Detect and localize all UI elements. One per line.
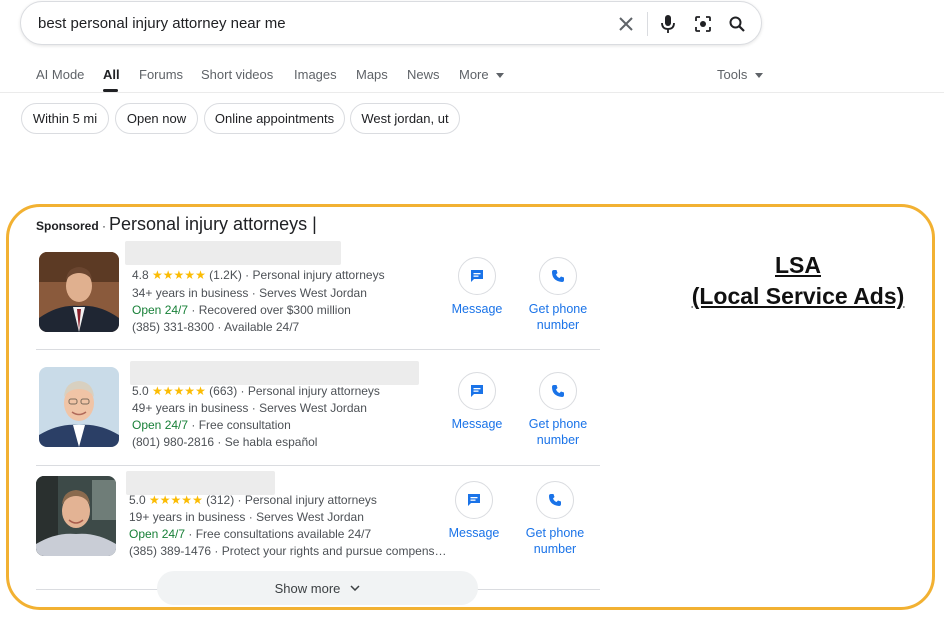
star-rating-icon: ★★★★★ [149, 493, 203, 507]
tab-more-label: More [459, 67, 489, 82]
lsa-listing[interactable]: 5.0 ★★★★★ (663) · Personal injury attorn… [36, 350, 600, 466]
phone-line: (385) 331-8300 · Available 24/7 [132, 320, 300, 334]
show-more-button[interactable]: Show more [157, 571, 478, 605]
attorney-photo [39, 252, 119, 332]
years-line: 19+ years in business · Serves West Jord… [129, 510, 364, 524]
message-label: Message [451, 417, 503, 431]
search-bar-divider [647, 12, 648, 36]
tab-tools-label: Tools [717, 67, 748, 82]
reviews-category: (663) · Personal injury attorneys [209, 384, 380, 398]
sponsored-separator: · [102, 219, 107, 233]
rating-value: 4.8 [132, 268, 149, 282]
hours-extra: · Recovered over $300 million [188, 303, 351, 317]
show-more-label: Show more [274, 580, 341, 596]
open-status: Open 24/7 [132, 303, 189, 317]
get-phone-number-label: Get phone number [528, 417, 588, 447]
tab-all[interactable]: All [103, 67, 120, 82]
message-icon [458, 257, 496, 295]
get-phone-number-label: Get phone number [528, 302, 588, 332]
sponsored-label: Sponsored · [36, 219, 106, 233]
caret-down-icon [754, 73, 763, 79]
hours-line: Open 24/7 · Free consultation [132, 418, 291, 432]
lsa-listing[interactable]: 5.0 ★★★★★ (312) · Personal injury attorn… [36, 466, 600, 582]
reviews-category: (1.2K) · Personal injury attorneys [209, 268, 385, 282]
phone-line: (385) 389-1476 · Protect your rights and… [129, 544, 447, 558]
rating-line: 4.8 ★★★★★ (1.2K) · Personal injury attor… [132, 268, 385, 282]
phone-icon [536, 481, 574, 519]
message-icon [458, 372, 496, 410]
rating-line: 5.0 ★★★★★ (663) · Personal injury attorn… [132, 384, 380, 398]
open-status: Open 24/7 [129, 527, 186, 541]
message-label: Message [451, 302, 503, 316]
lens-icon[interactable] [692, 13, 714, 35]
open-status: Open 24/7 [132, 418, 189, 432]
business-name-redacted [125, 241, 341, 265]
tab-forums[interactable]: Forums [139, 67, 183, 82]
hours-line: Open 24/7 · Free consultations available… [129, 527, 371, 541]
search-bar[interactable]: best personal injury attorney near me [20, 1, 762, 45]
years-line: 49+ years in business · Serves West Jord… [132, 401, 367, 415]
star-rating-icon: ★★★★★ [152, 268, 206, 282]
chevron-down-icon [350, 585, 360, 591]
business-name-redacted [126, 471, 275, 495]
get-phone-number-button[interactable]: Get phone number [515, 481, 595, 557]
phone-icon [539, 372, 577, 410]
get-phone-number-label: Get phone number [525, 526, 585, 556]
search-icon[interactable] [726, 13, 748, 35]
search-tabs: AI Mode All Forums Short videos Images M… [0, 62, 944, 93]
message-button[interactable]: Message [434, 481, 514, 541]
tab-images[interactable]: Images [294, 67, 337, 82]
chip-open-now[interactable]: Open now [115, 103, 198, 134]
tab-more[interactable]: More [459, 67, 505, 82]
tab-short-videos[interactable]: Short videos [201, 67, 273, 82]
rating-value: 5.0 [132, 384, 149, 398]
search-input[interactable]: best personal injury attorney near me [38, 15, 286, 32]
attorney-photo [39, 367, 119, 447]
hours-extra: · Free consultations available 24/7 [185, 527, 372, 541]
rating-line: 5.0 ★★★★★ (312) · Personal injury attorn… [129, 493, 377, 507]
star-rating-icon: ★★★★★ [152, 384, 206, 398]
get-phone-number-button[interactable]: Get phone number [518, 257, 598, 333]
microphone-icon[interactable] [657, 13, 679, 35]
rating-value: 5.0 [129, 493, 146, 507]
message-icon [455, 481, 493, 519]
attorney-photo [36, 476, 116, 556]
hours-extra: · Free consultation [188, 418, 291, 432]
active-tab-indicator [103, 89, 118, 92]
annotation-line-2: (Local Service Ads) [691, 283, 905, 309]
business-name-redacted [130, 361, 419, 385]
reviews-category: (312) · Personal injury attorneys [206, 493, 377, 507]
hours-line: Open 24/7 · Recovered over $300 million [132, 303, 351, 317]
close-icon[interactable] [615, 13, 637, 35]
chip-within-5-mi[interactable]: Within 5 mi [21, 103, 109, 134]
years-line: 34+ years in business · Serves West Jord… [132, 286, 367, 300]
annotation-line-1: LSA [775, 252, 821, 278]
tab-ai-mode[interactable]: AI Mode [36, 67, 84, 82]
message-button[interactable]: Message [437, 257, 517, 317]
phone-line: (801) 980-2816 · Se habla español [132, 435, 318, 449]
phone-icon [539, 257, 577, 295]
message-label: Message [448, 526, 500, 540]
sponsored-text: Sponsored [36, 219, 99, 233]
tab-news[interactable]: News [407, 67, 440, 82]
get-phone-number-button[interactable]: Get phone number [518, 372, 598, 448]
lsa-annotation: LSA (Local Service Ads) [680, 250, 916, 312]
caret-down-icon [496, 73, 505, 79]
tab-maps[interactable]: Maps [356, 67, 388, 82]
message-button[interactable]: Message [437, 372, 517, 432]
section-title: Personal injury attorneys | [109, 214, 317, 234]
chip-online-appointments[interactable]: Online appointments [204, 103, 345, 134]
lsa-listing[interactable]: 4.8 ★★★★★ (1.2K) · Personal injury attor… [36, 234, 600, 350]
chip-location[interactable]: West jordan, ut [350, 103, 460, 134]
tab-tools[interactable]: Tools [717, 67, 763, 82]
